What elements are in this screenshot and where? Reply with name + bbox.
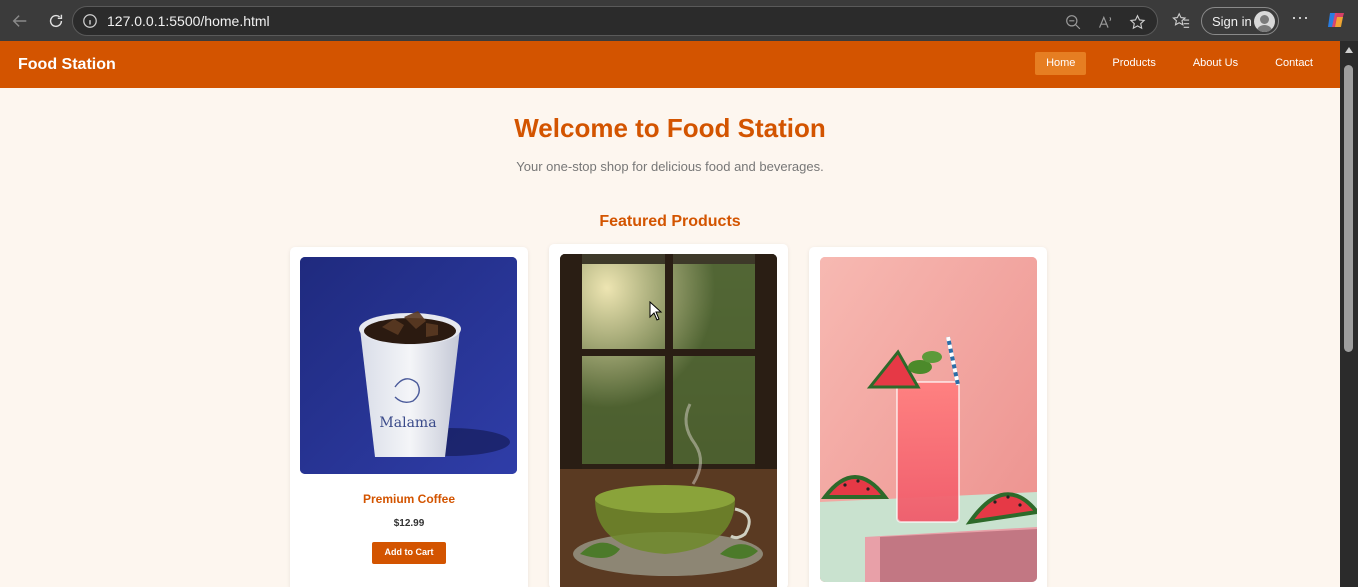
tagline: Your one-stop shop for delicious food an… (516, 159, 824, 174)
featured-heading: Featured Products (599, 213, 741, 230)
product-card-watermelon (809, 247, 1047, 587)
browser-toolbar: 127.0.0.1:5500/home.html Sign in ··· (0, 0, 1358, 41)
copilot-icon[interactable] (1325, 9, 1347, 31)
sign-in-label: Sign in (1212, 13, 1252, 29)
page-title: Welcome to Food Station (514, 113, 826, 143)
main-content: Welcome to Food Station Your one-stop sh… (0, 88, 1340, 587)
add-to-cart-button[interactable]: Add to Cart (372, 542, 446, 564)
favorite-star-icon[interactable] (1127, 12, 1147, 32)
avatar-icon (1254, 11, 1275, 32)
site-navbar: Food Station Home Products About Us Cont… (0, 41, 1340, 88)
address-bar[interactable]: 127.0.0.1:5500/home.html (72, 6, 1158, 36)
nav-link-products[interactable]: Products (1101, 52, 1166, 75)
mouse-cursor-icon (649, 301, 663, 321)
nav-link-home[interactable]: Home (1035, 52, 1087, 75)
read-aloud-icon[interactable] (1095, 12, 1115, 32)
page-scrollbar[interactable] (1340, 41, 1358, 587)
url-text[interactable]: 127.0.0.1:5500/home.html (107, 13, 270, 29)
product-price: $12.99 (393, 518, 425, 529)
nav-link-about-us[interactable]: About Us (1182, 52, 1249, 75)
scrollbar-thumb[interactable] (1344, 65, 1353, 352)
refresh-icon[interactable] (42, 7, 70, 35)
cup-text: Malama (379, 415, 436, 431)
watermelon-drink-image (820, 257, 1037, 582)
coffee-image: Malama (300, 257, 517, 474)
nav-links: Home Products About Us Contact (1020, 52, 1324, 75)
sign-in-button[interactable]: Sign in (1201, 7, 1279, 35)
site-info-icon[interactable] (81, 12, 99, 30)
back-icon[interactable] (6, 7, 34, 35)
zoom-out-icon[interactable] (1063, 12, 1083, 32)
favorites-icon[interactable] (1170, 10, 1192, 32)
product-card-tea (549, 244, 788, 587)
product-card-coffee: Malama Premium Coffee $12.99 Add to Cart (290, 247, 528, 587)
nav-link-contact[interactable]: Contact (1264, 52, 1324, 75)
tea-image (560, 254, 777, 587)
scroll-up-icon[interactable] (1345, 47, 1353, 53)
product-name: Premium Coffee (362, 492, 456, 506)
site-brand[interactable]: Food Station (18, 56, 116, 74)
more-menu-icon[interactable]: ··· (1290, 8, 1310, 30)
